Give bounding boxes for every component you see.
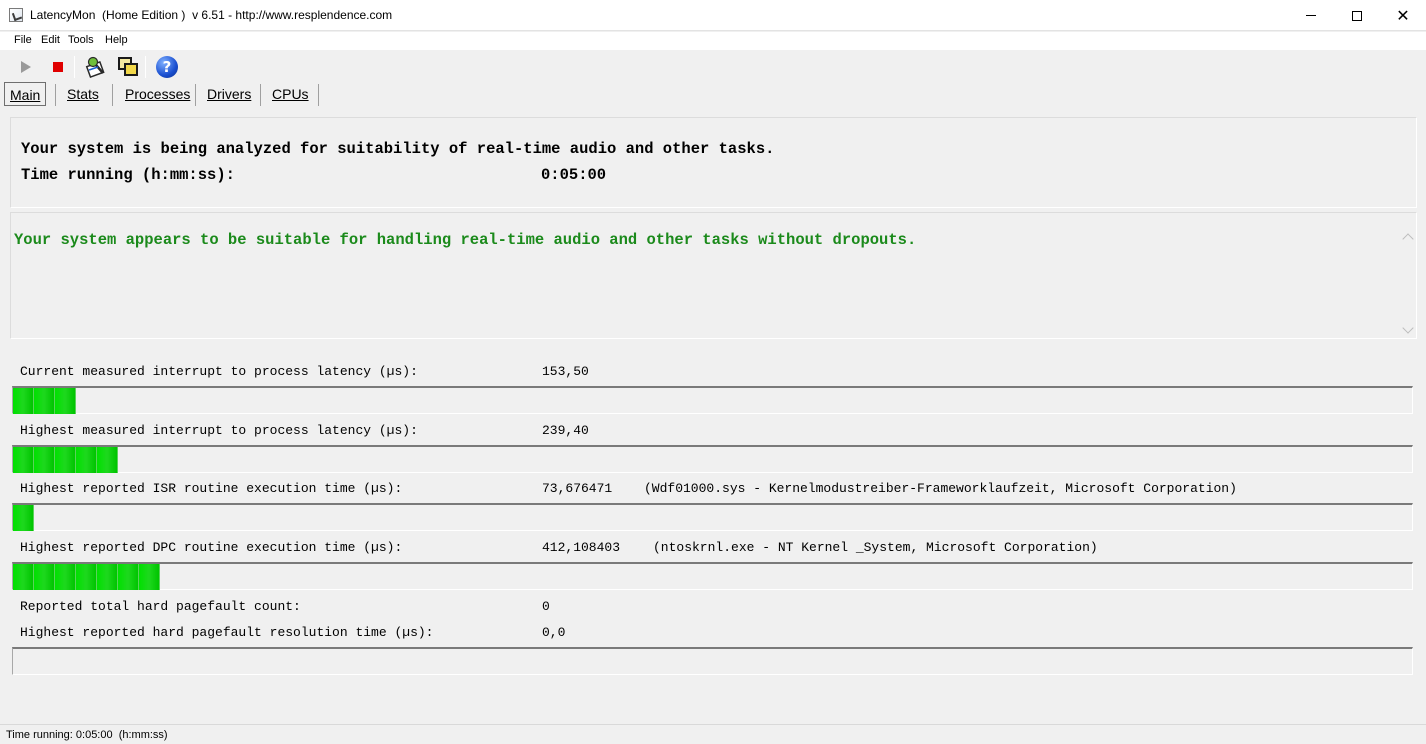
stat-label: Highest measured interrupt to process la… (20, 423, 418, 438)
close-icon: ✕ (1396, 7, 1410, 25)
bar-segment (55, 447, 76, 473)
tab-processes[interactable]: Processes (125, 82, 190, 106)
report-icon (85, 56, 105, 78)
tab-strip: Main Stats Processes Drivers CPUs (0, 82, 1426, 108)
bar-segment (13, 447, 34, 473)
toolbar-separator (145, 56, 146, 78)
bar-segment (76, 447, 97, 473)
help-icon: ? (156, 56, 178, 78)
scroll-down-icon[interactable] (1402, 322, 1414, 334)
minimize-icon (1306, 15, 1316, 16)
minimize-button[interactable] (1288, 0, 1334, 31)
windows-icon (118, 57, 138, 76)
menu-file[interactable]: File (14, 34, 32, 46)
stat-value: 73,676471 (542, 481, 613, 496)
stat-value: 0,0 (542, 625, 566, 640)
vertical-scrollbar[interactable] (1400, 231, 1416, 339)
bar-fill (13, 564, 160, 590)
bar-segment (34, 388, 55, 414)
toolbar-separator (74, 56, 75, 78)
latency-bar (12, 562, 1413, 590)
stat-label: Highest reported ISR routine execution t… (20, 481, 403, 496)
bar-segment (55, 388, 76, 414)
stat-label: Highest reported DPC routine execution t… (20, 540, 403, 555)
menu-help[interactable]: Help (105, 34, 128, 46)
tab-drivers[interactable]: Drivers (207, 82, 251, 106)
status-text: Time running: 0:05:00 (h:mm:ss) (6, 729, 168, 741)
tab-main-label: Main (10, 87, 41, 103)
tab-processes-label: Processes (125, 86, 191, 102)
stat-value: 412,108403 (542, 540, 621, 555)
latency-bar (12, 503, 1413, 531)
title-bar: LatencyMon (Home Edition ) v 6.51 - http… (0, 0, 1426, 31)
bar-segment (55, 564, 76, 590)
bar-segment (13, 564, 34, 590)
scroll-up-icon[interactable] (1402, 233, 1414, 245)
bar-fill (13, 505, 34, 531)
tab-main[interactable]: Main (4, 82, 47, 106)
bar-segment (34, 447, 55, 473)
bar-segment (13, 388, 34, 414)
windows-button[interactable] (115, 54, 141, 80)
status-bar: Time running: 0:05:00 (h:mm:ss) (0, 724, 1426, 744)
window-title: LatencyMon (Home Edition ) v 6.51 - http… (30, 8, 393, 22)
bar-segment (97, 447, 118, 473)
report-button[interactable] (82, 54, 108, 80)
tab-separator (112, 84, 113, 106)
bar-segment (118, 564, 139, 590)
latencymon-app-icon (9, 8, 23, 22)
tab-cpus[interactable]: CPUs (272, 82, 309, 106)
bar-segment (97, 564, 118, 590)
verdict-text: Your system appears to be suitable for h… (14, 231, 917, 249)
play-icon (21, 61, 31, 73)
tab-cpus-label: CPUs (272, 86, 309, 102)
stat-label: Highest reported hard pagefault resoluti… (20, 625, 434, 640)
time-running-value: 0:05:00 (541, 166, 607, 184)
stat-value: 153,50 (542, 364, 589, 379)
help-button[interactable]: ? (154, 54, 180, 80)
latency-stats-panel: Current measured interrupt to process la… (10, 342, 1417, 679)
stat-driver-detail: (Wdf01000.sys - Kernelmodustreiber-Frame… (644, 481, 1237, 496)
tab-separator (318, 84, 319, 106)
bar-fill (13, 447, 118, 473)
tab-stats[interactable]: Stats (67, 82, 99, 106)
maximize-icon (1352, 10, 1362, 21)
bar-segment (34, 564, 55, 590)
time-running-label: Time running (h:mm:ss): (21, 166, 235, 184)
bar-segment (13, 505, 34, 531)
stat-value: 0 (542, 599, 550, 614)
stop-icon (53, 62, 63, 72)
maximize-button[interactable] (1334, 0, 1380, 31)
latency-bar (12, 386, 1413, 414)
tab-separator (260, 84, 261, 106)
stat-label: Reported total hard pagefault count: (20, 599, 301, 614)
stop-button[interactable] (45, 54, 71, 80)
latency-bar (12, 445, 1413, 473)
analysis-status-text: Your system is being analyzed for suitab… (21, 140, 775, 158)
bar-segment (139, 564, 160, 590)
close-button[interactable]: ✕ (1380, 0, 1426, 31)
tab-stats-label: Stats (67, 86, 99, 102)
summary-panel: Your system is being analyzed for suitab… (10, 117, 1417, 208)
bar-fill (13, 388, 76, 414)
start-button[interactable] (13, 54, 39, 80)
menu-bar: File Edit Tools Help (0, 32, 1426, 50)
bar-segment (76, 564, 97, 590)
tab-separator (55, 84, 56, 106)
stat-driver-detail: (ntoskrnl.exe - NT Kernel _System, Micro… (653, 540, 1098, 555)
tab-drivers-label: Drivers (207, 86, 252, 102)
toolbar: ? (0, 52, 1426, 82)
tab-separator (195, 84, 196, 106)
stat-label: Current measured interrupt to process la… (20, 364, 418, 379)
verdict-panel: Your system appears to be suitable for h… (10, 212, 1417, 339)
menu-tools[interactable]: Tools (68, 34, 94, 46)
menu-edit[interactable]: Edit (41, 34, 60, 46)
latency-bar (12, 647, 1413, 675)
stat-value: 239,40 (542, 423, 589, 438)
